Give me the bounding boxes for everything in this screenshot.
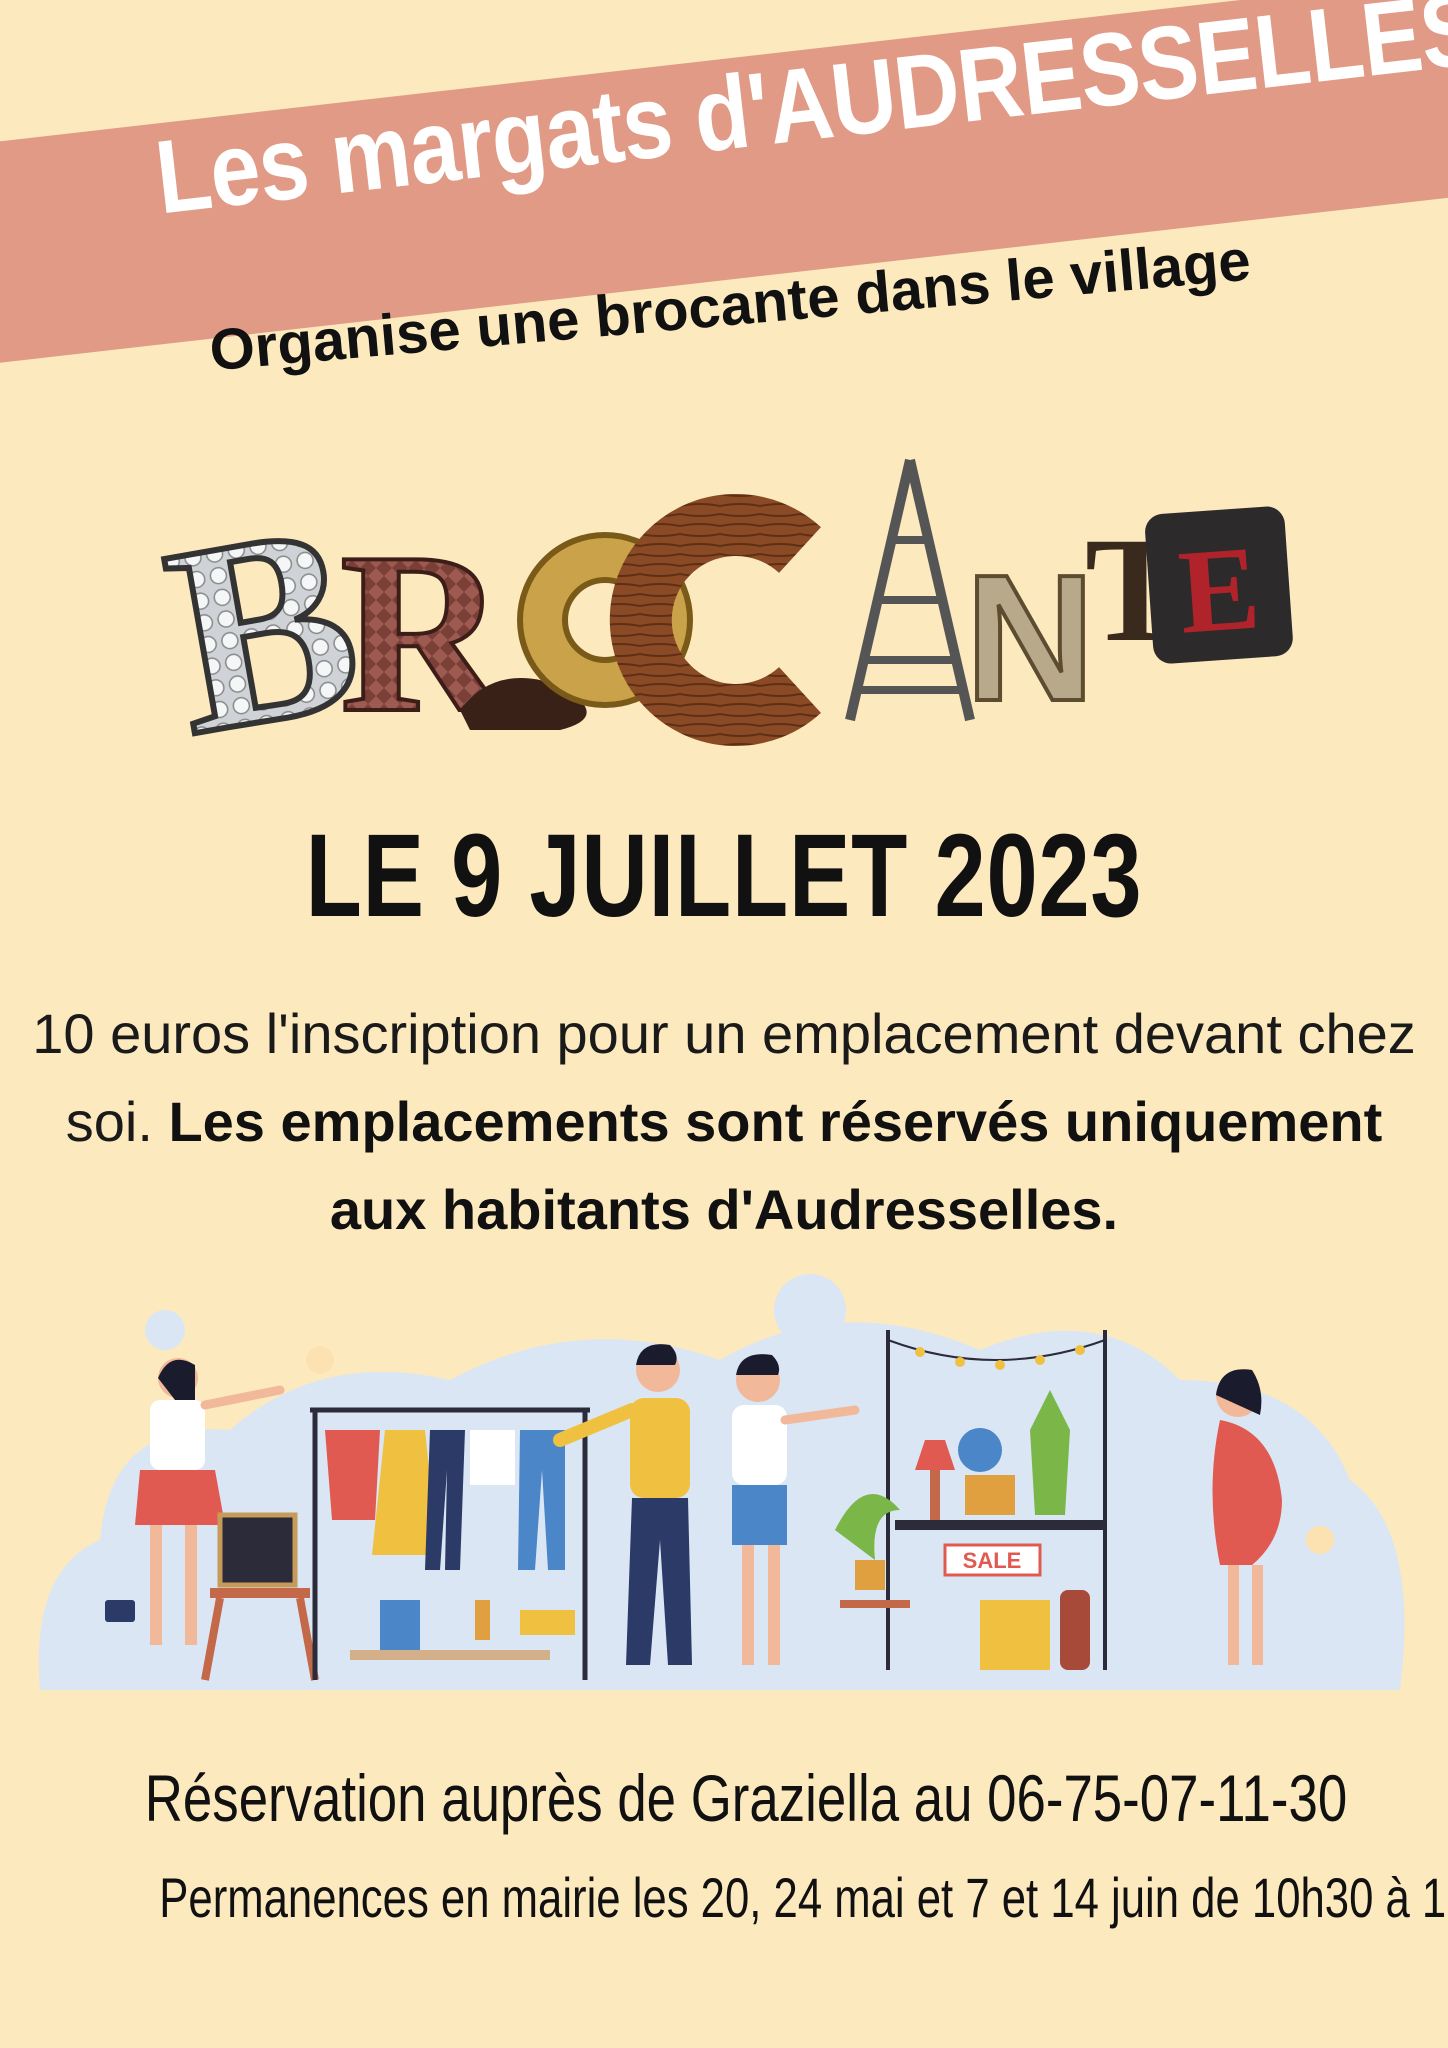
brocante-logo: B R N T E (146, 440, 1310, 795)
logo-letter-n: N (963, 536, 1097, 741)
logo-letter-c (609, 494, 821, 746)
permanences-info: Permanences en mairie les 20, 24 mai et … (159, 1866, 1448, 1929)
description-bold: Les emplacements sont réservés uniquemen… (168, 1090, 1383, 1241)
svg-text:E: E (1175, 520, 1264, 658)
logo-letter-e: E (1145, 506, 1293, 664)
reservation-info: Réservation auprès de Graziella au 06-75… (144, 1761, 1348, 1835)
svg-text:N: N (965, 538, 1095, 739)
event-date: LE 9 JUILLET 2023 (305, 810, 1143, 942)
sale-sign-text: SALE (963, 1548, 1022, 1573)
logo-letter-a (845, 458, 975, 722)
description: 10 euros l'inscription pour un emplaceme… (30, 990, 1418, 1254)
market-illustration: SALE (20, 1270, 1428, 1690)
